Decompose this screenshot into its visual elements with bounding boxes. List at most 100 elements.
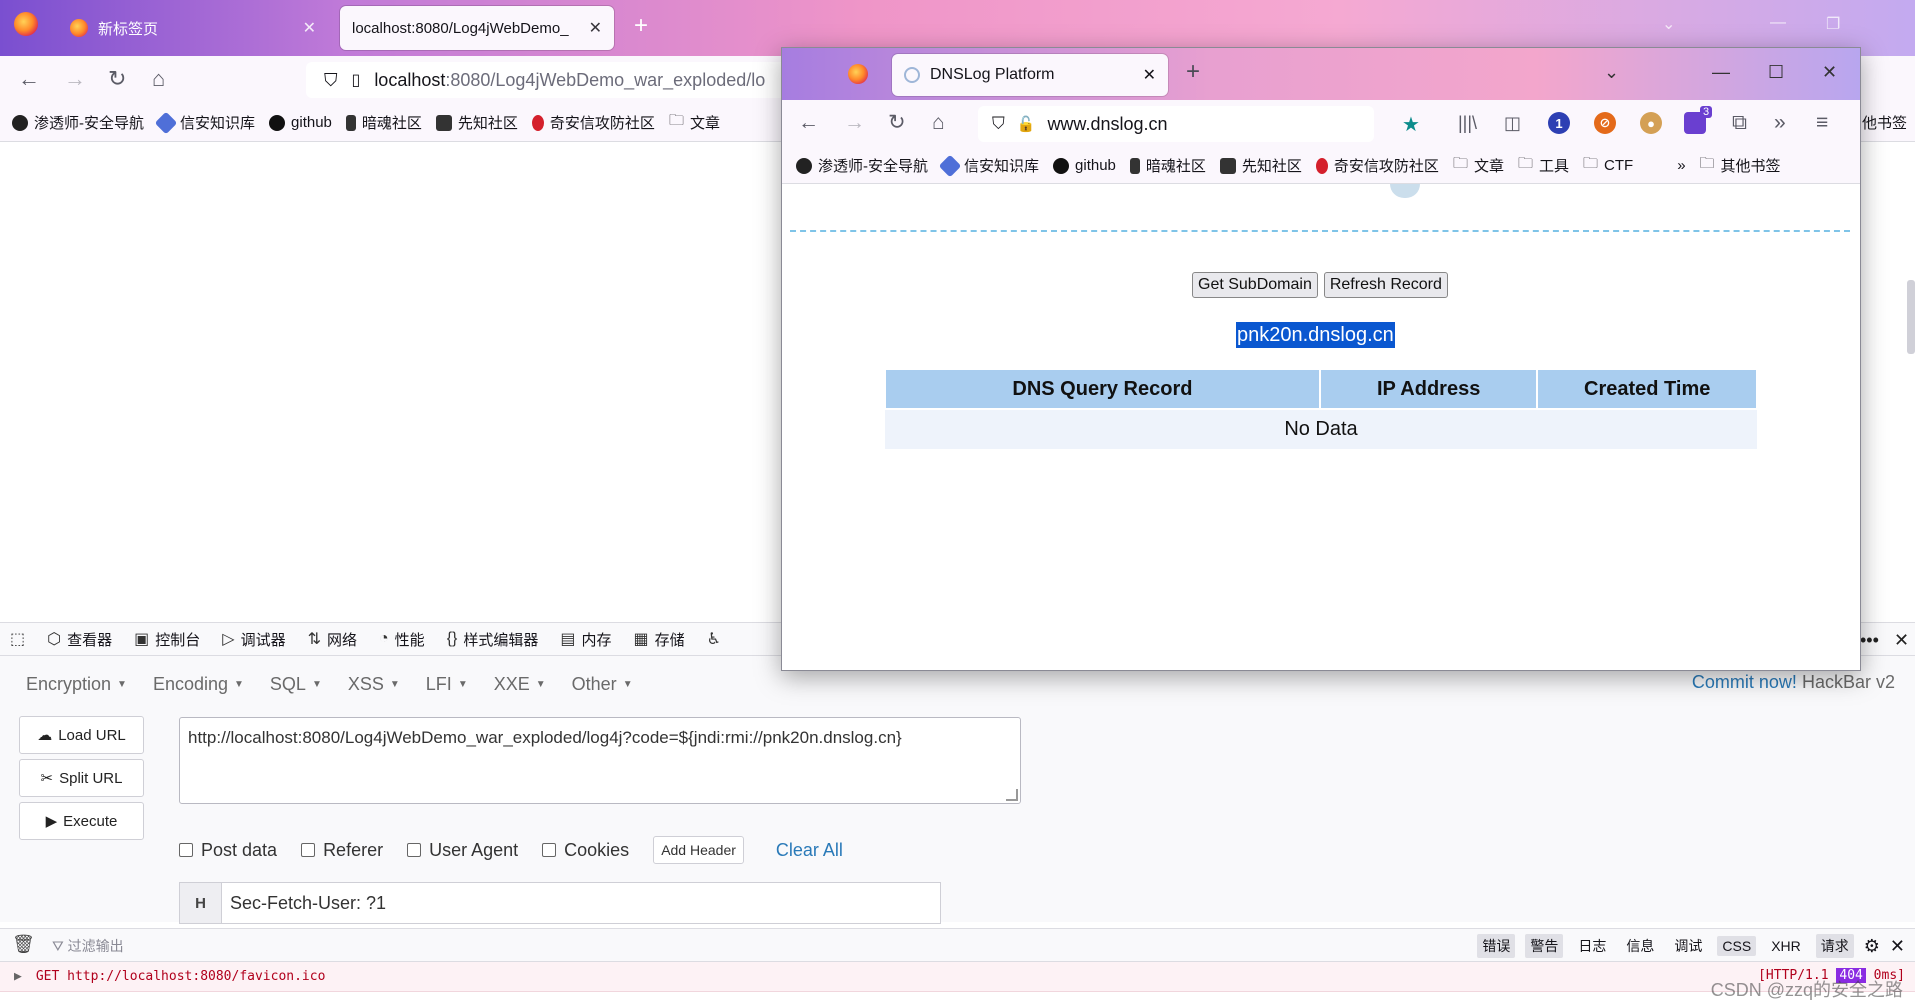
close-tab-icon[interactable]: ✕ (589, 18, 602, 38)
forward-icon[interactable]: → (64, 68, 86, 90)
bookmark-item[interactable]: github (269, 114, 332, 131)
tab-debugger[interactable]: ▷ 调试器 (222, 629, 285, 650)
filter-logs[interactable]: 日志 (1573, 934, 1611, 958)
accessibility-icon[interactable]: ♿ (707, 629, 721, 649)
minimize-icon[interactable]: — (1770, 14, 1786, 32)
url-textarea[interactable]: http://localhost:8080/Log4jWebDemo_war_e… (179, 717, 1021, 804)
bookmark-item[interactable]: 信安知识库 (938, 154, 1039, 177)
filter-warnings[interactable]: 警告 (1525, 934, 1564, 958)
refresh-record-button[interactable]: Refresh Record (1323, 272, 1448, 298)
bookmark-item[interactable]: 渗透师-安全导航 (796, 155, 928, 176)
trash-icon[interactable]: 🗑 (12, 934, 35, 955)
tab-network[interactable]: ⇅ 网络 (308, 629, 357, 650)
checkbox-box[interactable] (179, 843, 193, 857)
filter-requests[interactable]: 请求 (1815, 934, 1854, 958)
bookmark-star-icon[interactable]: ★ (1402, 112, 1420, 137)
filter-info[interactable]: 信息 (1621, 934, 1659, 958)
edge-handle[interactable] (1907, 280, 1915, 354)
filter-debug[interactable]: 调试 (1669, 934, 1707, 958)
load-url-button[interactable]: ☁ Load URL (19, 716, 144, 754)
overflow-chevron-icon[interactable]: » (1774, 112, 1786, 134)
clear-all-link[interactable]: Clear All (776, 840, 843, 861)
checkbox-box[interactable] (301, 843, 316, 857)
menu-sql[interactable]: SQL ▼ (270, 674, 322, 695)
shield-icon[interactable]: ⛉ (992, 114, 1005, 134)
menu-encryption[interactable]: Encryption ▼ (26, 674, 127, 695)
bookmark-folder[interactable]: 🗀 工具 (1518, 153, 1569, 178)
forward-icon[interactable]: → (844, 112, 865, 134)
close-tab-icon[interactable]: ✕ (303, 18, 316, 38)
bookmarks-overflow-icon[interactable]: » (1677, 157, 1685, 174)
other-bookmarks-folder[interactable]: 他书签 (1862, 112, 1907, 133)
commit-link[interactable]: Commit now! (1692, 672, 1797, 692)
tab-localhost[interactable]: localhost:8080/Log4jWebDemo_ ✕ (340, 6, 614, 50)
filter-css[interactable]: CSS (1717, 936, 1757, 956)
hamburger-menu-icon[interactable]: ≡ (1816, 112, 1828, 134)
subdomain-text[interactable]: pnk20n.dnslog.cn (1236, 322, 1395, 348)
close-tab-icon[interactable]: ✕ (1143, 65, 1156, 85)
menu-encoding[interactable]: Encoding ▼ (153, 674, 244, 695)
resize-grip-icon[interactable] (1006, 789, 1018, 801)
cookies-checkbox[interactable]: Cookies (542, 840, 629, 861)
insecure-lock-icon[interactable]: 🔓 (1017, 115, 1036, 133)
bookmark-item[interactable]: 先知社区 (435, 112, 518, 133)
reader-view-icon[interactable]: ◫ (1504, 112, 1521, 134)
tab-style-editor[interactable]: {} 样式编辑器 (447, 629, 539, 650)
close-devtools-icon[interactable]: ✕ (1894, 630, 1909, 651)
bookmark-item[interactable]: 奇安信攻防社区 (531, 112, 655, 133)
referer-checkbox[interactable]: Referer (301, 840, 383, 861)
list-tabs-icon[interactable]: ⌄ (1662, 14, 1675, 34)
tab-memory[interactable]: ▤ 内存 (560, 629, 611, 650)
firefox-logo-icon[interactable] (848, 64, 868, 84)
popup-url-bar[interactable]: ⛉ 🔓 www.dnslog.cn (978, 106, 1374, 142)
close-console-icon[interactable]: ✕ (1890, 936, 1905, 957)
bookmark-folder[interactable]: 🗀 文章 (669, 110, 720, 135)
minimize-icon[interactable]: — (1712, 62, 1730, 83)
post-data-checkbox[interactable]: Post data (179, 840, 277, 861)
console-filter-input[interactable]: ⛛ 过滤输出 (52, 936, 124, 956)
password-manager-icon[interactable]: 1 (1548, 112, 1570, 134)
tab-dnslog[interactable]: DNSLog Platform ✕ (892, 54, 1168, 96)
more-options-icon[interactable]: ••• (1860, 630, 1879, 651)
tab-storage[interactable]: ▦ 存储 (634, 629, 685, 650)
maximize-icon[interactable]: ☐ (1768, 62, 1784, 83)
menu-lfi[interactable]: LFI ▼ (426, 674, 468, 695)
expand-arrow-icon[interactable]: ▶ (14, 969, 22, 984)
other-bookmarks-folder[interactable]: 🗀 其他书签 (1700, 153, 1781, 178)
shield-icon[interactable]: ⛉ (324, 70, 338, 91)
bookmark-item[interactable]: 奇安信攻防社区 (1315, 155, 1439, 176)
settings-gear-icon[interactable]: ⚙ (1864, 936, 1880, 957)
menu-xxe[interactable]: XXE ▼ (494, 674, 546, 695)
bookmark-item[interactable]: 暗魂社区 (345, 112, 422, 133)
bookmark-item[interactable]: 信安知识库 (154, 111, 255, 134)
tab-performance[interactable]: ◔ 性能 (379, 629, 425, 650)
menu-other[interactable]: Other ▼ (572, 674, 633, 695)
bookmark-item[interactable]: 暗魂社区 (1129, 155, 1206, 176)
firefox-logo-icon[interactable] (14, 12, 38, 36)
tab-new-tab[interactable]: 新标签页 ✕ (58, 6, 328, 50)
home-icon[interactable]: ⌂ (932, 112, 945, 134)
maximize-icon[interactable]: ❐ (1826, 14, 1840, 34)
home-icon[interactable]: ⌂ (152, 68, 165, 90)
library-icon[interactable]: |||\ (1458, 112, 1477, 134)
filter-errors[interactable]: 错误 (1477, 934, 1516, 958)
cookie-extension-icon[interactable]: ● (1640, 112, 1662, 134)
new-tab-button[interactable]: + (634, 12, 648, 40)
main-url-bar[interactable]: ⛉ ▯ localhost:8080/Log4jWebDemo_war_expl… (306, 62, 786, 98)
execute-button[interactable]: ▶ Execute (19, 802, 144, 840)
list-tabs-icon[interactable]: ⌄ (1604, 62, 1619, 83)
bookmark-item[interactable]: github (1053, 157, 1116, 174)
reload-icon[interactable]: ↻ (888, 112, 906, 134)
get-subdomain-button[interactable]: Get SubDomain (1192, 272, 1318, 298)
split-url-button[interactable]: ✂ Split URL (19, 759, 144, 797)
menu-xss[interactable]: XSS ▼ (348, 674, 400, 695)
checkbox-box[interactable] (542, 843, 557, 857)
filter-xhr[interactable]: XHR (1766, 936, 1806, 956)
user-agent-checkbox[interactable]: User Agent (407, 840, 518, 861)
bookmark-folder[interactable]: 🗀 CTF (1583, 153, 1633, 178)
close-window-icon[interactable]: ✕ (1822, 62, 1837, 83)
element-picker-icon[interactable]: ⬚ (10, 629, 25, 649)
checkbox-box[interactable] (407, 843, 422, 857)
back-icon[interactable]: ← (798, 112, 819, 134)
console-log-row[interactable]: ▶ GET http://localhost:8080/favicon.ico (0, 962, 1915, 992)
